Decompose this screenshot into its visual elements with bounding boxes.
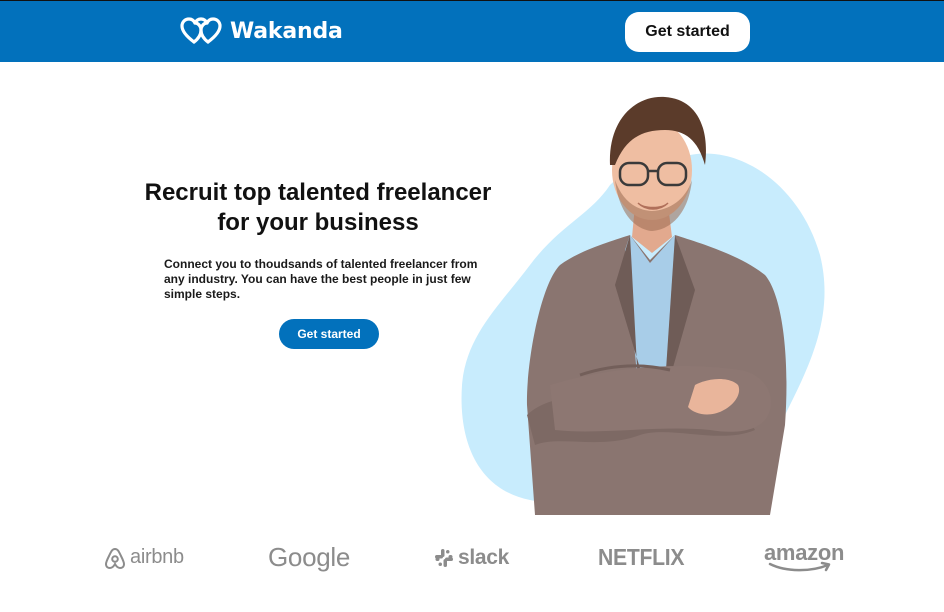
double-heart-icon	[180, 17, 222, 44]
partner-name: NETFLIX	[598, 544, 685, 570]
hero-get-started-button[interactable]: Get started	[279, 319, 379, 349]
header-get-started-button[interactable]: Get started	[625, 12, 750, 52]
partner-name: Google	[268, 542, 351, 572]
partner-logo-netflix: NETFLIX	[598, 535, 692, 580]
partner-logo-google: Google	[268, 535, 350, 580]
partner-logo-slack: slack	[434, 535, 509, 580]
brand-logo[interactable]: Wakanda	[180, 16, 343, 46]
partner-name: airbnb	[130, 546, 184, 568]
airbnb-icon	[104, 547, 126, 569]
slack-icon	[435, 548, 453, 567]
partner-logos: airbnb Google slack NETFLIX amazon	[0, 535, 944, 580]
partner-logo-airbnb: airbnb	[104, 535, 184, 580]
top-navbar: Wakanda Get started	[0, 1, 944, 62]
amazon-smile-icon	[768, 561, 831, 572]
brand-name: Wakanda	[230, 18, 343, 44]
partner-logo-amazon: amazon	[764, 535, 844, 580]
hero-image	[461, 96, 825, 515]
partner-name: slack	[458, 545, 510, 569]
